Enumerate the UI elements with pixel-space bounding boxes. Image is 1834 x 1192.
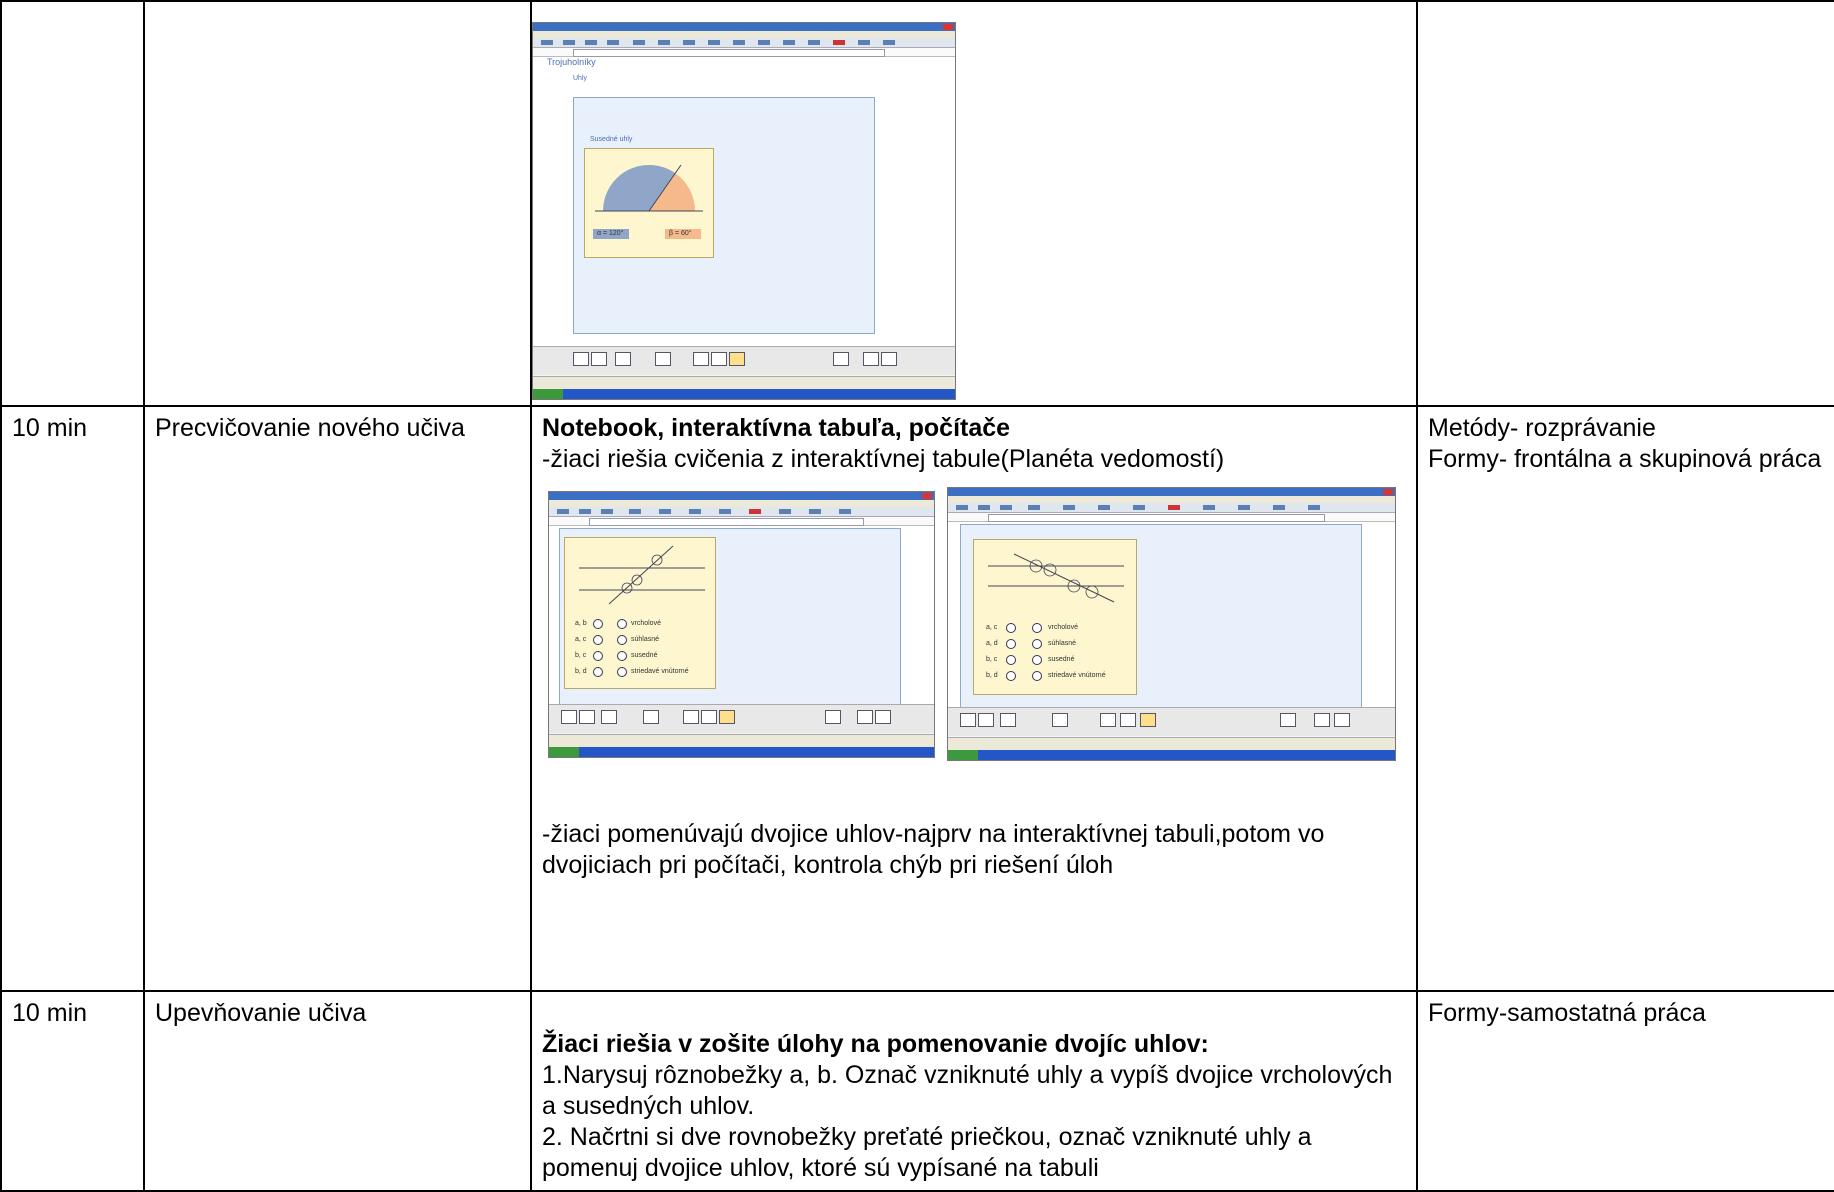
radio-left-4[interactable] [593,667,603,677]
back-button[interactable] [1314,713,1330,727]
parallel-lines-figure [988,553,1124,603]
time-cell [0,0,145,407]
pointer-button[interactable] [683,710,699,724]
page-button[interactable] [833,352,849,366]
exercise-canvas: a, c a, d b, c b, d vrcholové súhlasné s… [960,524,1362,710]
radio-right-4[interactable] [617,667,627,677]
start-button [549,747,579,757]
prev-button[interactable] [960,713,976,727]
beta-value: β = 60° [669,230,692,237]
back-button[interactable] [857,710,873,724]
radio-right-4[interactable] [1032,671,1042,681]
close-icon [943,24,953,30]
prev-button[interactable] [561,710,577,724]
page-button[interactable] [825,710,841,724]
next-button[interactable] [591,352,607,366]
pointer-button[interactable] [693,352,709,366]
content-intro: -žiaci riešia cvičenia z interaktívnej t… [542,445,1225,473]
close-icon [922,493,932,499]
time-cell: 10 min [0,405,145,992]
stop-button[interactable] [601,710,617,724]
methods-cell: Formy-samostatná práca [1416,990,1834,1192]
calculator-button[interactable] [1052,713,1068,727]
radio-left-1[interactable] [593,619,603,629]
exercise-card: a, b a, c b, c b, d vrcholové súhlasné s… [564,537,716,689]
zoom-button[interactable] [1120,713,1136,727]
table-row: 10 min Precvičovanie nového učiva Notebo… [0,405,1834,992]
player-controls [533,346,955,375]
stop-button[interactable] [1000,713,1016,727]
exercise-title: Susedné uhly [590,136,633,143]
radio-right-2[interactable] [1032,639,1042,649]
content-heading: Žiaci riešia v zošite úlohy na pomenovan… [542,1030,1209,1058]
time-cell: 10 min [0,990,145,1192]
pen-button[interactable] [729,352,745,366]
zoom-button[interactable] [711,352,727,366]
prev-button[interactable] [573,352,589,366]
zoom-button[interactable] [701,710,717,724]
address-field [573,49,885,57]
content-cell: Trojuholníky Uhly Susedné uhly α = 120° … [530,0,1418,407]
content-after: -žiaci pomenúvajú dvojice uhlov-najprv n… [542,820,1325,879]
page-button[interactable] [1280,713,1296,727]
content-cell: Žiaci riešia v zošite úlohy na pomenovan… [530,990,1418,1192]
parallel-lines-figure [579,545,705,605]
radio-left-4[interactable] [1006,671,1016,681]
screenshot-susedne-uhly: Trojuholníky Uhly Susedné uhly α = 120° … [533,22,956,400]
breadcrumb: Trojuholníky [547,57,596,67]
radio-right-1[interactable] [1032,623,1042,633]
content-cell: Notebook, interaktívna tabuľa, počítače … [530,405,1418,992]
calculator-button[interactable] [643,710,659,724]
content-heading: Notebook, interaktívna tabuľa, počítače [542,414,1011,442]
methods-cell: Metódy- rozprávanie Formy- frontálna a s… [1416,405,1834,992]
radio-right-2[interactable] [617,635,627,645]
screenshot-exercise-2: a, c a, d b, c b, d vrcholové súhlasné s… [947,487,1396,761]
angle-figure-card: α = 120° β = 60° [584,148,714,258]
player-controls [948,707,1395,736]
radio-right-3[interactable] [617,651,627,661]
radio-right-3[interactable] [1032,655,1042,665]
pen-button[interactable] [719,710,735,724]
alpha-value: α = 120° [597,230,624,237]
radio-right-1[interactable] [617,619,627,629]
radio-left-2[interactable] [1006,639,1016,649]
radio-left-3[interactable] [593,651,603,661]
content-line: 2. Načrtni si dve rovnobežky preťaté pri… [542,1123,1312,1182]
phase-cell: Precvičovanie nového učiva [143,405,532,992]
adjacent-angles-figure [593,164,703,239]
radio-left-2[interactable] [593,635,603,645]
forward-button[interactable] [1334,713,1350,727]
phase-cell [143,0,532,407]
close-icon [1383,489,1393,495]
next-button[interactable] [978,713,994,727]
address-field [589,518,864,526]
stop-button[interactable] [615,352,631,366]
radio-left-3[interactable] [1006,655,1016,665]
pointer-button[interactable] [1100,713,1116,727]
player-controls [549,704,934,733]
start-button [533,389,563,399]
next-button[interactable] [579,710,595,724]
lesson-plan-table: Trojuholníky Uhly Susedné uhly α = 120° … [0,0,1834,1192]
calculator-button[interactable] [655,352,671,366]
pen-button[interactable] [1140,713,1156,727]
exercise-card: a, c a, d b, c b, d vrcholové súhlasné s… [973,539,1137,695]
forward-button[interactable] [881,352,897,366]
phase-cell: Upevňovanie učiva [143,990,532,1192]
radio-left-1[interactable] [1006,623,1016,633]
address-field [988,514,1325,522]
exercise-canvas: a, b a, c b, c b, d vrcholové súhlasné s… [559,528,901,710]
methods-cell [1416,0,1834,407]
back-button[interactable] [863,352,879,366]
exercise-canvas: Susedné uhly α = 120° β = 60° [573,97,875,334]
screenshot-exercise-1: a, b a, c b, c b, d vrcholové súhlasné s… [548,491,935,758]
forward-button[interactable] [875,710,891,724]
section-label: Uhly [573,75,588,82]
content-line: 1.Narysuj rôznobežky a, b. Označ vzniknu… [542,1061,1393,1120]
table-row: 10 min Upevňovanie učiva Žiaci riešia v … [0,990,1834,1192]
start-button [948,750,978,760]
table-row: Trojuholníky Uhly Susedné uhly α = 120° … [0,0,1834,407]
